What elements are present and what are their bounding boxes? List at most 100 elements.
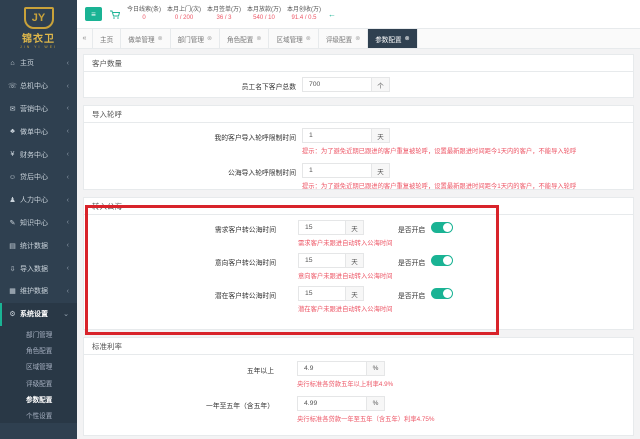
unit-addon: % (367, 396, 385, 411)
main-content: 客户数量 员工名下客户总数 700 个 导入轮呼 我的客户导入轮呼限制时间 1 … (77, 49, 640, 439)
field-label: 公海导入轮呼限制时间 (228, 170, 296, 177)
tab-roles[interactable]: 角色配置 ⊗ (220, 29, 270, 48)
unit-addon: 天 (346, 253, 364, 268)
field-label: 需求客户转公海时间 (214, 227, 276, 234)
intent-transfer-input[interactable]: 15 (298, 253, 346, 268)
close-icon[interactable]: ⊗ (306, 35, 311, 42)
panel-title: 客户数量 (84, 55, 633, 72)
phone-icon: ☏ (8, 83, 17, 91)
hint-text: 意向客户未跟进自动转入公海时间 (298, 273, 393, 280)
sidebar-subitem-personal[interactable]: 个性设置 (0, 407, 77, 423)
top-bar: ≡ 今日线索(条) 0 本月上门(次) 0 / 200 本月签单(万) 36 / 3 … (77, 0, 640, 29)
tab-home[interactable]: 主页 (93, 29, 122, 48)
hint-text: 需求客户未跟进自动转入公海时间 (298, 240, 393, 247)
tab-bar: « 主页 做单管理 ⊗ 部门管理 ⊗ 角色配置 ⊗ 区域管理 ⊗ 评级配置 ⊗ 参数配置 ⊗ (77, 29, 640, 49)
my-customer-import-input-group: 1 天 (302, 128, 390, 143)
chevron-icon: ‹ (66, 173, 69, 181)
yen-icon: ¥ (10, 151, 15, 159)
tab-regions[interactable]: 区域管理 ⊗ (269, 29, 319, 48)
tab-orders[interactable]: 做单管理 ⊗ (121, 29, 171, 48)
close-icon[interactable]: ⊗ (207, 35, 212, 42)
public-import-input[interactable]: 1 (302, 163, 372, 178)
sidebar-nav: ⌂ 主页 ‹ ☏ 总机中心 ‹ ✉ 营销中心 ‹ ♣ 做单中心 ‹ ¥ 财务中心 ‹ ☺ 贷后中心 ‹ … (0, 52, 77, 326)
close-icon[interactable]: ⊗ (405, 35, 410, 42)
stat-today-leads: 今日线索(条) 0 (127, 7, 161, 21)
hint-text: 央行标准各贷款五年以上利率4.9% (297, 381, 394, 388)
chevron-icon: ‹ (66, 242, 69, 250)
intent-enable-toggle[interactable] (431, 255, 453, 266)
tab-ratings[interactable]: 评级配置 ⊗ (319, 29, 369, 48)
demand-enable-toggle[interactable] (431, 222, 453, 233)
sidebar-item-statistics[interactable]: ▤ 统计数据 ‹ (0, 234, 77, 257)
sidebar-submenu: 部门管理 角色配置 区域管理 评级配置 参数配置 个性设置 (0, 325, 77, 424)
sidebar-item-post-loan[interactable]: ☺ 贷后中心 ‹ (0, 166, 77, 189)
mail-icon: ✉ (9, 105, 16, 113)
panel-title: 转入公海 (84, 198, 633, 215)
potential-transfer-input-group: 15 天 (298, 286, 364, 301)
chevron-icon: ‹ (66, 265, 69, 273)
brand-logo[interactable]: JY 锦衣卫 JIN YI WEI (0, 0, 77, 52)
stat-month-loans: 本月放款(万) 540 / 10 (247, 7, 281, 21)
chevron-icon: ‹ (66, 59, 69, 67)
sidebar-item-switchboard[interactable]: ☏ 总机中心 ‹ (0, 75, 77, 98)
field-label: 员工名下客户总数 (241, 84, 296, 91)
menu-icon: ≡ (91, 9, 96, 19)
tab-departments[interactable]: 部门管理 ⊗ (171, 29, 220, 48)
arrow-left-icon[interactable]: ← (328, 10, 336, 19)
sidebar-item-marketing[interactable]: ✉ 营销中心 ‹ (0, 98, 77, 121)
chevron-icon: ‹ (66, 287, 69, 295)
sidebar-subitem-roles[interactable]: 角色配置 (0, 342, 77, 358)
potential-enable-toggle[interactable] (431, 288, 453, 299)
sidebar-item-home[interactable]: ⌂ 主页 ‹ (0, 52, 77, 75)
rate-one-to-five-input[interactable]: 4.99 (297, 396, 367, 411)
sidebar-item-maintenance[interactable]: ▦ 维护数据 ‹ (0, 280, 77, 303)
import-icon: ⇩ (9, 265, 16, 273)
stat-month-signed: 本月签单(万) 36 / 3 (207, 7, 241, 21)
brand-subtitle: JIN YI WEI (19, 45, 58, 49)
home-icon: ⌂ (10, 59, 15, 67)
sidebar-item-hr[interactable]: ♟ 人力中心 ‹ (0, 189, 77, 212)
sidebar-subitem-departments[interactable]: 部门管理 (0, 326, 77, 342)
close-icon[interactable]: ⊗ (158, 35, 163, 42)
gear-icon: ⚙ (9, 311, 16, 319)
demand-transfer-input[interactable]: 15 (298, 220, 346, 235)
user-icon: ☺ (8, 173, 17, 181)
sidebar-item-orders[interactable]: ♣ 做单中心 ‹ (0, 120, 77, 143)
my-customer-import-input[interactable]: 1 (302, 128, 372, 143)
menu-toggle-button[interactable]: ≡ (85, 7, 102, 21)
chevron-icon: ‹ (66, 82, 69, 90)
sidebar-item-system-settings[interactable]: ⚙ 系统设置 ⌄ (0, 302, 77, 326)
panel-public-sea: 转入公海 需求客户转公海时间 15 天 是否开启 需求客户未跟进自动转入公海时间… (83, 197, 634, 330)
field-label: 潜在客户转公海时间 (214, 293, 276, 300)
public-import-input-group: 1 天 (302, 163, 390, 178)
panel-title: 标准利率 (84, 338, 633, 355)
unit-addon: 天 (346, 220, 364, 235)
stat-month-visits: 本月上门(次) 0 / 200 (167, 7, 201, 21)
cart-icon[interactable] (110, 10, 121, 19)
sidebar-subitem-regions[interactable]: 区域管理 (0, 358, 77, 374)
stat-month-revenue: 本月创收(万) 91.4 / 0.5 (287, 7, 321, 21)
potential-transfer-input[interactable]: 15 (298, 286, 346, 301)
sidebar-item-import[interactable]: ⇩ 导入数据 ‹ (0, 257, 77, 280)
close-icon[interactable]: ⊗ (256, 35, 261, 42)
sidebar-item-knowledge[interactable]: ✎ 知识中心 ‹ (0, 212, 77, 235)
sidebar-subitem-parameters[interactable]: 参数配置 (0, 391, 77, 407)
hint-text: 潜在客户未跟进自动转入公海时间 (298, 306, 393, 313)
demand-transfer-input-group: 15 天 (298, 220, 364, 235)
panel-title: 导入轮呼 (84, 106, 633, 123)
tab-parameters[interactable]: 参数配置 ⊗ (368, 29, 418, 48)
people-icon: ♟ (9, 197, 16, 205)
hint-text: 央行标准各贷款一年至五年（含五年）利率4.75% (297, 416, 435, 423)
pencil-icon: ✎ (9, 219, 16, 227)
unit-addon: 个 (372, 77, 390, 92)
unit-addon: % (367, 361, 385, 376)
chevron-icon: ‹ (66, 151, 69, 159)
sidebar-subitem-ratings[interactable]: 评级配置 (0, 374, 77, 390)
customer-total-input[interactable]: 700 (302, 77, 372, 92)
field-label: 一年至五年（含五年） (206, 403, 274, 410)
close-icon[interactable]: ⊗ (355, 35, 360, 42)
chevron-icon: ‹ (66, 196, 69, 204)
rate-over-five-input[interactable]: 4.9 (297, 361, 367, 376)
sidebar-item-finance[interactable]: ¥ 财务中心 ‹ (0, 143, 77, 166)
tab-scroll-left-button[interactable]: « (77, 29, 93, 48)
